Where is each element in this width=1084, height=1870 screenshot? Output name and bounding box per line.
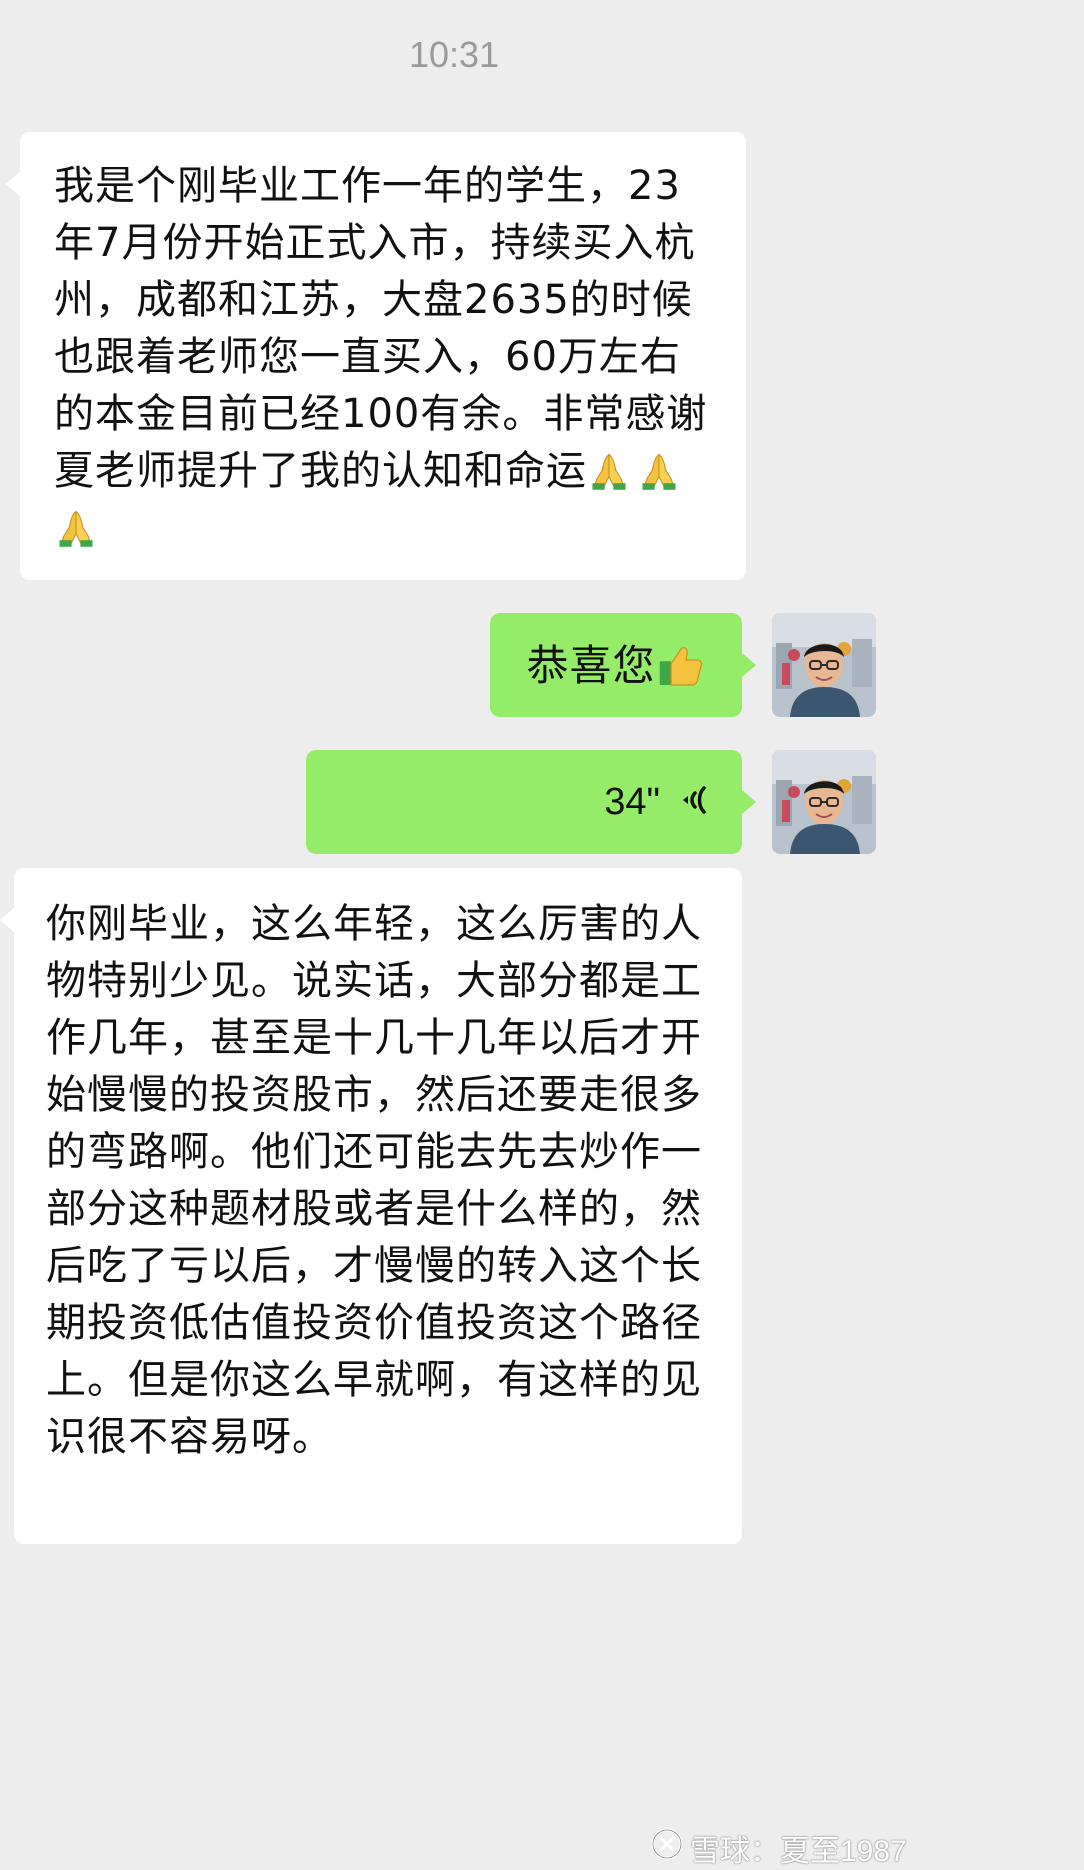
message-body: 我是个刚毕业工作一年的学生，23年7月份开始正式入市，持续买入杭州，成都和江苏，… (54, 163, 708, 494)
voice-wave-icon (678, 780, 712, 824)
thumbs-up-icon (656, 641, 706, 690)
message-text: 你刚毕业，这么年轻，这么厉害的人物特别少见。说实话，大部分都是工作几年，甚至是十… (46, 901, 702, 1460)
outgoing-message-bubble[interactable]: 恭喜您 (490, 613, 756, 717)
avatar[interactable] (772, 613, 876, 717)
message-text: 我是个刚毕业工作一年的学生，23年7月份开始正式入市，持续买入杭州，成都和江苏，… (54, 158, 712, 557)
avatar[interactable] (772, 750, 876, 854)
watermark-text: 雪球：夏至1987 (690, 1835, 907, 1868)
message-body: 恭喜您 (526, 640, 656, 690)
snowball-logo-icon (650, 1827, 690, 1869)
watermark: 雪球：夏至1987 (650, 1826, 907, 1870)
voice-duration: 34" (604, 780, 660, 823)
voice-message-bubble[interactable]: 34" (306, 750, 756, 854)
incoming-message-bubble[interactable]: 你刚毕业，这么年轻，这么厉害的人物特别少见。说实话，大部分都是工作几年，甚至是十… (0, 868, 742, 1544)
message-text: 恭喜您 (526, 637, 705, 694)
incoming-message-bubble[interactable]: 我是个刚毕业工作一年的学生，23年7月份开始正式入市，持续买入杭州，成都和江苏，… (6, 132, 746, 580)
message-timestamp: 10:31 (408, 34, 500, 75)
